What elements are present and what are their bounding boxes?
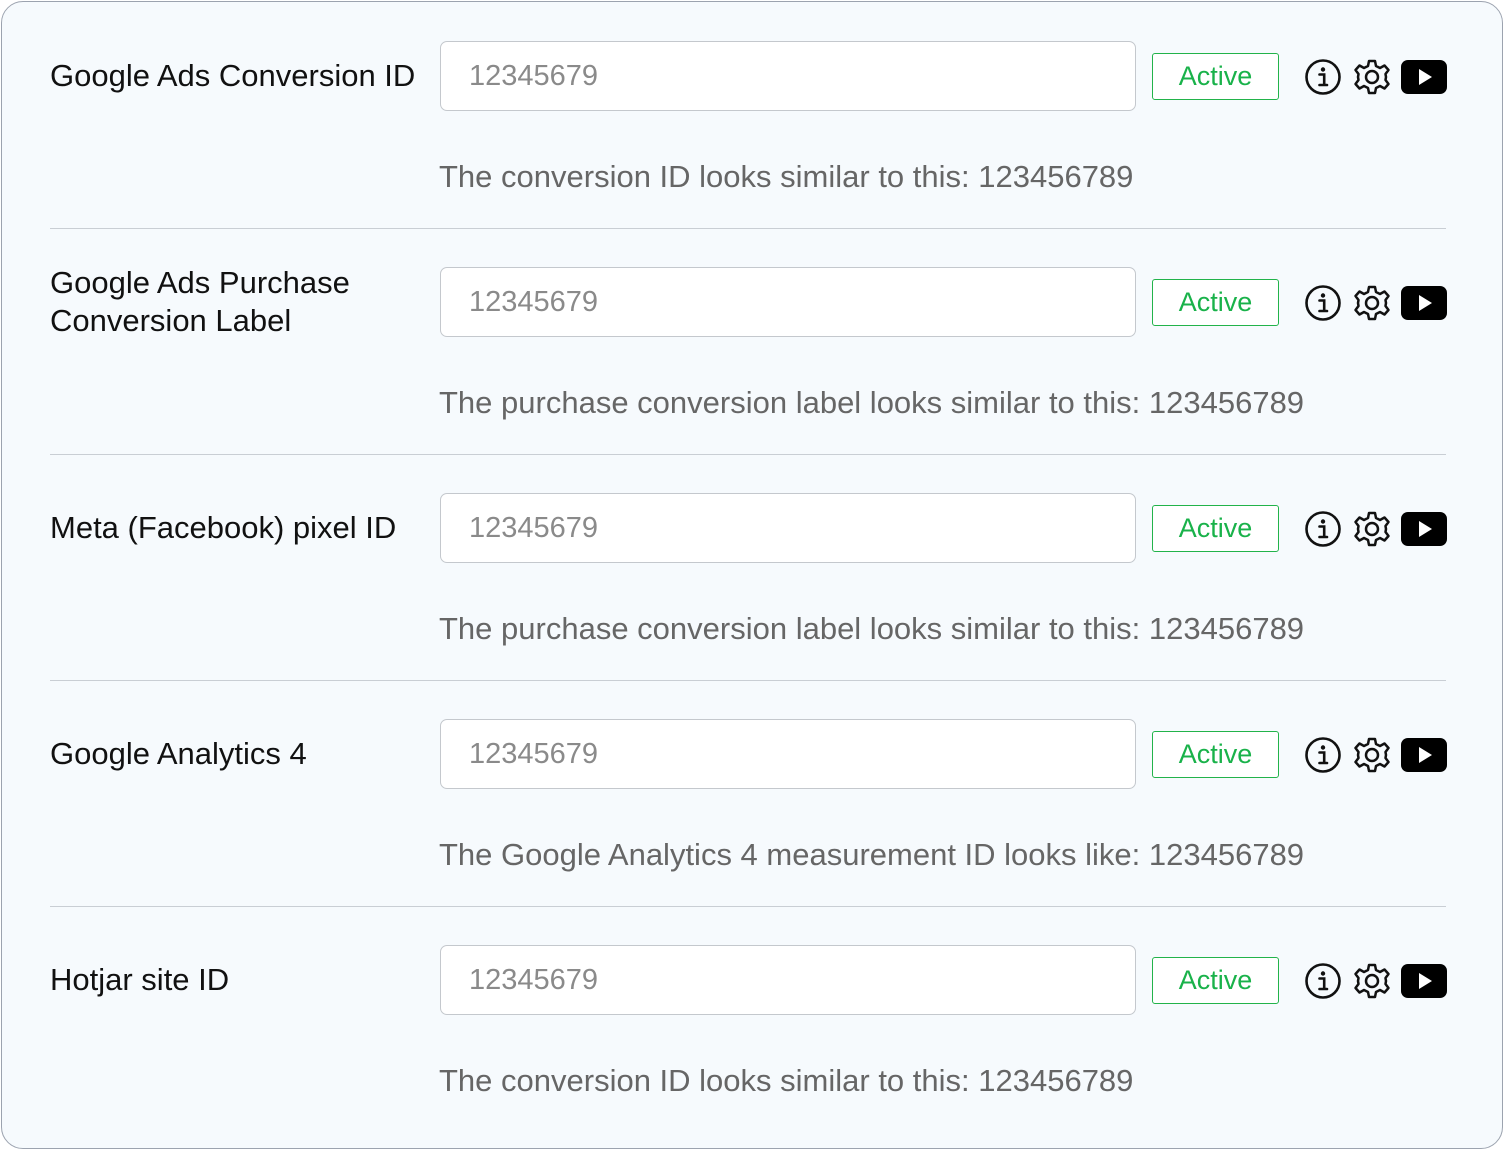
gear-icon[interactable] bbox=[1353, 510, 1391, 548]
field-hint: The conversion ID looks similar to this:… bbox=[439, 1063, 1134, 1098]
tracking-row-meta-pixel-id: Meta (Facebook) pixel ID Active The purc… bbox=[50, 454, 1447, 681]
tracking-row-hotjar-site-id: Hotjar site ID Active The conversion ID … bbox=[50, 906, 1447, 1132]
google-ads-purchase-conversion-label-input[interactable] bbox=[440, 267, 1136, 337]
gear-icon[interactable] bbox=[1353, 736, 1391, 774]
tracking-settings-panel: Google Ads Conversion ID Active The conv… bbox=[1, 1, 1503, 1149]
field-label: Meta (Facebook) pixel ID bbox=[50, 510, 397, 545]
video-play-icon[interactable] bbox=[1401, 512, 1447, 546]
tracking-row-google-ads-conversion-id: Google Ads Conversion ID Active The conv… bbox=[50, 2, 1447, 229]
video-play-icon[interactable] bbox=[1401, 286, 1447, 320]
info-icon[interactable] bbox=[1304, 284, 1342, 322]
tracking-row-google-analytics-4: Google Analytics 4 Active The Google Ana… bbox=[50, 680, 1447, 907]
google-ads-conversion-id-input[interactable] bbox=[440, 41, 1136, 111]
status-badge[interactable]: Active bbox=[1152, 731, 1279, 778]
info-icon[interactable] bbox=[1304, 510, 1342, 548]
field-hint: The purchase conversion label looks simi… bbox=[439, 611, 1305, 646]
field-label: Hotjar site ID bbox=[50, 962, 230, 997]
field-hint: The conversion ID looks similar to this:… bbox=[439, 159, 1134, 194]
google-analytics-4-input[interactable] bbox=[440, 719, 1136, 789]
gear-icon[interactable] bbox=[1353, 962, 1391, 1000]
video-play-icon[interactable] bbox=[1401, 738, 1447, 772]
field-label: Google Analytics 4 bbox=[50, 736, 307, 771]
tracking-row-google-ads-purchase-conversion-label: Google Ads Purchase Conversion Label Act… bbox=[50, 228, 1447, 455]
field-label: Google Ads Conversion ID bbox=[50, 58, 416, 93]
info-icon[interactable] bbox=[1304, 962, 1342, 1000]
field-hint: The Google Analytics 4 measurement ID lo… bbox=[439, 837, 1305, 872]
field-hint: The purchase conversion label looks simi… bbox=[439, 385, 1305, 420]
info-icon[interactable] bbox=[1304, 736, 1342, 774]
status-badge[interactable]: Active bbox=[1152, 957, 1279, 1004]
hotjar-site-id-input[interactable] bbox=[440, 945, 1136, 1015]
video-play-icon[interactable] bbox=[1401, 964, 1447, 998]
video-play-icon[interactable] bbox=[1401, 60, 1447, 94]
status-badge[interactable]: Active bbox=[1152, 279, 1279, 326]
gear-icon[interactable] bbox=[1353, 284, 1391, 322]
status-badge[interactable]: Active bbox=[1152, 53, 1279, 100]
meta-pixel-id-input[interactable] bbox=[440, 493, 1136, 563]
info-icon[interactable] bbox=[1304, 58, 1342, 96]
field-label: Google Ads Purchase Conversion Label bbox=[50, 265, 350, 338]
status-badge[interactable]: Active bbox=[1152, 505, 1279, 552]
gear-icon[interactable] bbox=[1353, 58, 1391, 96]
